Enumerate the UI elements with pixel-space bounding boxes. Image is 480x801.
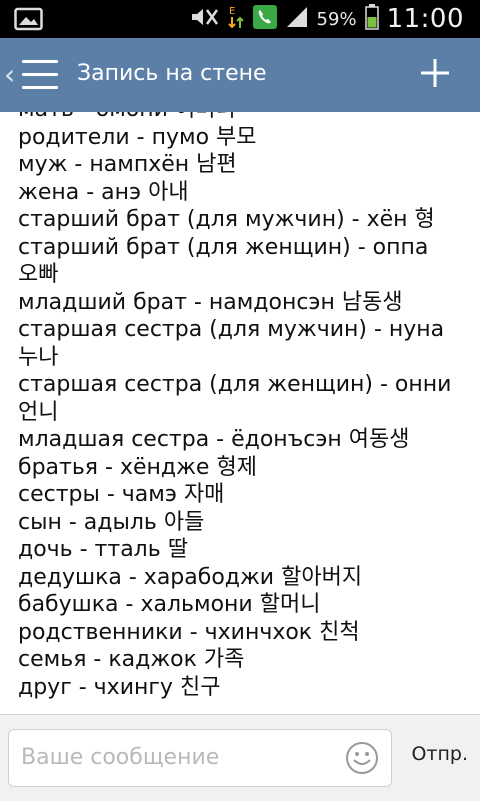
post-line: жена - анэ 아내 bbox=[18, 179, 189, 205]
smiley-icon[interactable] bbox=[345, 741, 379, 775]
post-line: бабушка - хальмони 할머니 bbox=[18, 592, 321, 617]
data-transfer-icon: E bbox=[227, 4, 245, 34]
plus-icon bbox=[421, 59, 449, 87]
status-bar: E 59% 11:00 bbox=[0, 0, 480, 38]
post-line: родственники - чхинчхок 친척 bbox=[18, 619, 360, 645]
clock: 11:00 bbox=[386, 4, 464, 34]
post-line: друг - чхингу 친구 bbox=[18, 674, 221, 700]
post-line: семья - каджок 가족 bbox=[18, 647, 245, 672]
image-icon bbox=[14, 7, 44, 35]
menu-icon[interactable] bbox=[22, 60, 58, 90]
status-icons: E 59% 11:00 bbox=[189, 4, 464, 34]
message-composer: Ваше сообщение Отпр. bbox=[0, 714, 480, 801]
page-title: Запись на стене bbox=[77, 61, 267, 86]
phone-icon bbox=[252, 5, 277, 33]
svg-text:E: E bbox=[229, 6, 235, 17]
signal-icon bbox=[285, 5, 309, 33]
post-line: дедушка - харабоджи 할아버지 bbox=[18, 564, 363, 590]
action-bar: ‹ Запись на стене bbox=[0, 38, 480, 112]
post-line: сестры - чамэ 자매 bbox=[18, 482, 225, 507]
post-line: мать - омони 어머니 bbox=[18, 112, 470, 124]
add-button[interactable] bbox=[418, 56, 452, 90]
message-input[interactable]: Ваше сообщение bbox=[8, 729, 392, 787]
post-line: 오빠 bbox=[18, 262, 59, 287]
battery-percent: 59% bbox=[316, 8, 357, 30]
post-line: старший брат (для мужчин) - хён 형 bbox=[18, 207, 435, 232]
post-line: младший брат - намдонсэн 남동생 bbox=[18, 289, 403, 315]
post-content[interactable]: мать - омони 어머니 родители - пумо 부모 муж … bbox=[0, 112, 480, 714]
message-placeholder: Ваше сообщение bbox=[21, 745, 220, 770]
post-line: старший брат (для женщин) - оппа bbox=[18, 234, 429, 260]
post-text: мать - омони 어머니 родители - пумо 부모 муж … bbox=[18, 112, 470, 714]
post-line: братья - хёндже 형제 bbox=[18, 454, 257, 480]
back-chevron-icon[interactable]: ‹ bbox=[4, 58, 15, 91]
post-line: ... bbox=[18, 701, 470, 714]
post-line: младшая сестра - ёдонъсэн 여동생 bbox=[18, 427, 410, 452]
silent-mode-icon bbox=[189, 5, 219, 33]
post-line: старшая сестра (для мужчин) - нуна bbox=[18, 317, 445, 342]
post-line: сын - адыль 아들 bbox=[18, 509, 205, 535]
post-line: родители - пумо 부모 bbox=[18, 124, 257, 150]
post-line: старшая сестра (для женщин) - онни bbox=[18, 372, 452, 397]
post-line: 언니 bbox=[18, 399, 59, 425]
post-line: дочь - тталь 딸 bbox=[18, 537, 188, 562]
battery-icon bbox=[364, 4, 379, 34]
send-button[interactable]: Отпр. bbox=[411, 743, 468, 765]
post-line: 누나 bbox=[18, 344, 59, 370]
post-line: муж - нампхён 남편 bbox=[18, 152, 237, 177]
